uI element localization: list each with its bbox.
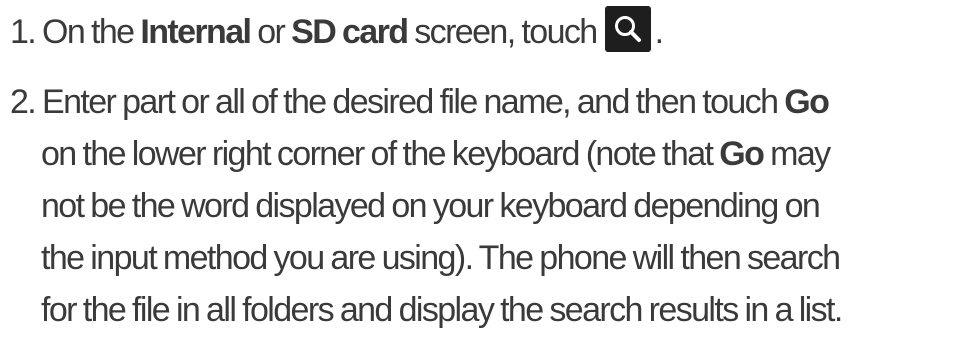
internal-label: Internal — [140, 13, 252, 51]
step-2-number: 2. — [10, 83, 37, 121]
step-2-line: on the lower right corner of the keyboar… — [10, 128, 842, 180]
step-2-line: for the file in all folders and display … — [41, 291, 843, 329]
step-2-text: on the lower right corner of the keyboar… — [41, 135, 714, 173]
step-2-text: Enter part or all of the desired file na… — [42, 83, 779, 121]
step-1-text: or — [257, 13, 286, 51]
step-2: 2. Enter part or all of the desired file… — [10, 76, 843, 336]
step-2-line: 2. Enter part or all of the desired file… — [10, 76, 842, 128]
go-label: Go — [719, 135, 765, 173]
step-1-text: . — [654, 13, 664, 51]
step-2-line: the input method you are using). The pho… — [41, 239, 841, 277]
go-label: Go — [784, 83, 830, 121]
sd-card-label: SD card — [291, 13, 409, 51]
step-1: 1. On the Internal or SD card screen, to… — [10, 6, 664, 58]
step-2-line: not be the word displayed on your keyboa… — [41, 187, 821, 225]
step-2-text: may — [770, 135, 831, 173]
step-1-text: screen, touch — [414, 13, 598, 51]
search-icon — [604, 6, 651, 52]
step-1-number: 1. — [10, 13, 37, 51]
step-1-text: On the — [42, 13, 135, 51]
